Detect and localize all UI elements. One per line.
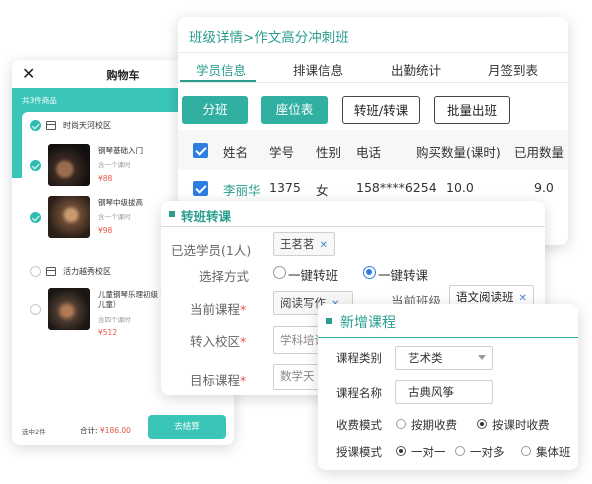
title-marker: [326, 318, 332, 324]
category-select[interactable]: 艺术类: [395, 346, 493, 370]
selected-students-label: 已选学员(1人): [171, 243, 252, 258]
store-checkbox[interactable]: [30, 120, 41, 131]
tab-monthly-signin[interactable]: 月签到表: [488, 60, 538, 79]
shop-icon: [46, 121, 56, 130]
cart-total: 合计: ¥186.00: [80, 425, 131, 436]
table-header: 姓名 学号 性别 电话 购买数量(课时) 已用数量: [178, 130, 568, 170]
target-campus-label-text: 转入校区: [190, 334, 241, 349]
item-price: ¥98: [98, 226, 113, 235]
store-checkbox[interactable]: [30, 266, 41, 277]
teach-radio-one-on-one[interactable]: [396, 446, 406, 456]
teach-option-one-to-many[interactable]: 一对多: [470, 444, 505, 460]
batch-exit-button[interactable]: 批量出班: [434, 96, 510, 124]
item-checkbox[interactable]: [30, 212, 41, 223]
column-header: 学号: [269, 145, 295, 160]
item-price: ¥512: [98, 328, 118, 337]
fee-option-hour[interactable]: 按课时收费: [492, 417, 550, 433]
student-id: 1375: [269, 180, 301, 195]
target-course-label-text: 目标课程: [190, 373, 241, 388]
category-label: 课程类别: [336, 351, 382, 365]
column-header: 购买数量(课时): [416, 145, 501, 160]
checkout-button[interactable]: 去结算: [148, 415, 226, 439]
method-label: 选择方式: [199, 269, 250, 284]
select-all-checkbox[interactable]: [193, 143, 208, 158]
purchased-hours: 10.0: [446, 180, 474, 195]
item-checkbox[interactable]: [30, 304, 41, 315]
fee-radio-term[interactable]: [396, 419, 406, 429]
title-marker: [169, 211, 175, 217]
new-course-header: 新增课程: [318, 304, 578, 338]
store-name: 活力越秀校区: [63, 267, 111, 276]
remove-tag-icon[interactable]: ✕: [519, 293, 527, 304]
store-name: 时尚天河校区: [63, 121, 111, 130]
selected-count: 选中2件: [22, 428, 46, 436]
tab-attendance-stats[interactable]: 出勤统计: [391, 60, 441, 79]
class-detail-header: 班级详情>作文高分冲刺班: [178, 17, 568, 53]
column-header: 性别: [316, 145, 342, 160]
tab-schedule-info[interactable]: 排课信息: [293, 60, 343, 79]
student-phone: 158****6254: [356, 180, 437, 195]
tab-bar: 学员信息 排课信息 出勤统计 月签到表: [178, 53, 568, 83]
used-hours: 9.0: [534, 180, 554, 195]
fee-mode-label: 收费模式: [336, 418, 382, 432]
shop-icon: [46, 267, 56, 276]
item-price: ¥88: [98, 174, 113, 183]
course-thumbnail: [48, 144, 90, 186]
course-name-label: 课程名称: [336, 386, 382, 400]
active-tab-indicator: [180, 80, 256, 82]
transfer-dialog-title: 转班转课: [181, 209, 232, 224]
row-checkbox[interactable]: [193, 181, 208, 196]
method-option-class[interactable]: 一键转班: [288, 265, 338, 284]
method-option-course[interactable]: 一键转课: [378, 265, 428, 284]
item-subtitle: 含一个课时: [98, 213, 131, 221]
class-detail-title: 班级详情>作文高分冲刺班: [189, 30, 349, 46]
transfer-dialog-header: 转班转课: [161, 201, 545, 227]
item-subtitle: 含四个课时: [98, 316, 131, 324]
teach-option-one-on-one[interactable]: 一对一: [411, 444, 446, 460]
current-course-label: 当前课程*: [190, 302, 247, 317]
total-label: 合计:: [80, 426, 98, 435]
fee-radio-hour[interactable]: [477, 419, 487, 429]
teach-mode-label: 授课模式: [336, 445, 382, 459]
total-value: ¥186.00: [99, 426, 131, 435]
method-radio-course[interactable]: [363, 266, 376, 279]
teach-radio-one-to-many[interactable]: [455, 446, 465, 456]
course-thumbnail: [48, 196, 90, 238]
tab-student-info[interactable]: 学员信息: [196, 60, 246, 79]
course-thumbnail: [48, 288, 90, 330]
new-course-dialog: 新增课程 课程类别 艺术类 课程名称 古典风筝 收费模式 按期收费 按课时收费 …: [318, 304, 578, 470]
target-course-label: 目标课程*: [190, 373, 247, 388]
teach-radio-group[interactable]: [521, 446, 531, 456]
remove-tag-icon[interactable]: ✕: [320, 240, 328, 251]
assign-class-button[interactable]: 分班: [182, 96, 248, 124]
chevron-down-icon: [478, 355, 486, 360]
item-checkbox[interactable]: [30, 160, 41, 171]
cart-footer: 选中2件 合计: ¥186.00 去结算: [12, 415, 234, 445]
student-gender: 女: [316, 183, 329, 198]
fee-option-term[interactable]: 按期收费: [411, 417, 457, 433]
method-radio-class[interactable]: [273, 266, 286, 279]
cart-item-count: 共3件商品: [22, 96, 57, 105]
course-name-input[interactable]: 古典风筝: [395, 380, 493, 404]
column-header: 姓名: [223, 145, 249, 160]
target-campus-label: 转入校区*: [190, 334, 247, 349]
new-course-title: 新增课程: [340, 315, 396, 331]
seating-chart-button[interactable]: 座位表: [261, 96, 328, 124]
column-header: 电话: [356, 145, 382, 160]
current-course-label-text: 当前课程: [190, 302, 241, 317]
current-class-value: 语文阅读班: [456, 290, 514, 304]
student-name-link[interactable]: 李丽华: [223, 180, 261, 199]
item-subtitle: 含一个课时: [98, 161, 131, 169]
column-header: 已用数量: [514, 145, 565, 160]
teach-option-group[interactable]: 集体班: [536, 444, 571, 460]
category-value: 艺术类: [408, 351, 443, 365]
transfer-button[interactable]: 转班/转课: [342, 96, 420, 124]
selected-student-name: 王茗茗: [280, 237, 315, 251]
selected-student-tag: 王茗茗 ✕: [273, 232, 335, 256]
